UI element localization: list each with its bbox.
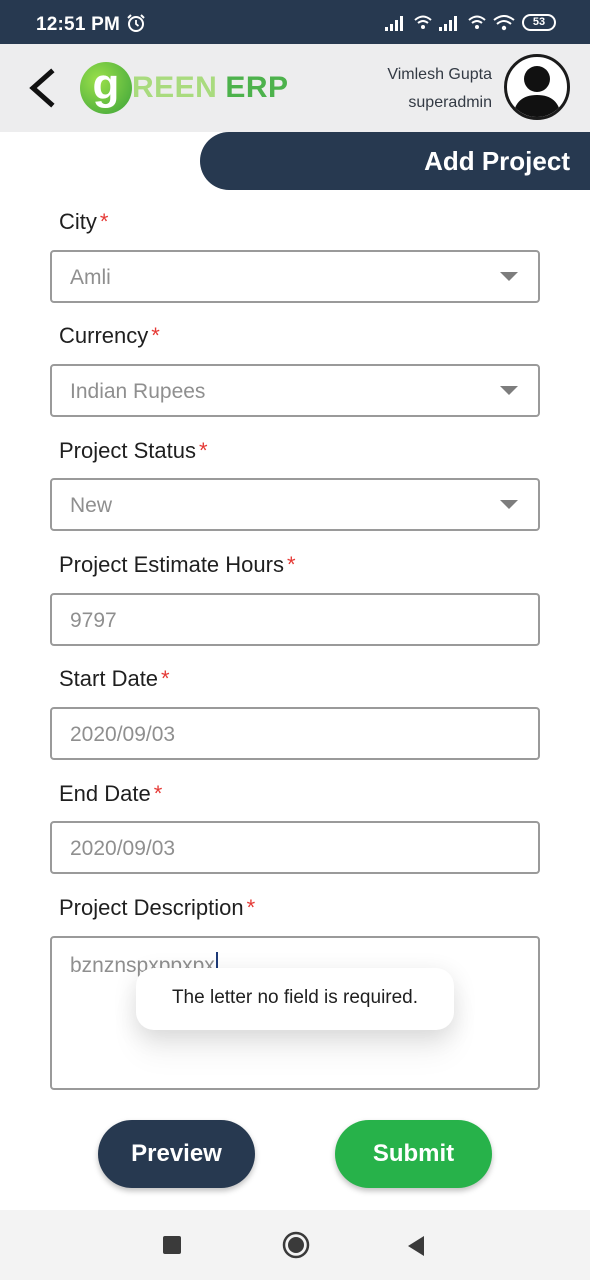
status-bar: 12:51 PM 53 <box>0 0 590 44</box>
system-nav-bar <box>0 1210 590 1280</box>
status-time: 12:51 PM <box>36 14 120 35</box>
project-description-label: Project Description * <box>59 895 256 920</box>
estimate-hours-label: Project Estimate Hours * <box>59 552 296 577</box>
currency-label: Currency * <box>59 323 160 348</box>
project-status-label: Project Status * <box>59 438 208 463</box>
user-role: superadmin <box>408 94 492 111</box>
project-status-dropdown[interactable]: New <box>50 478 540 531</box>
end-date-label: End Date * <box>59 781 163 806</box>
logo-reen-text: REEN <box>132 71 218 104</box>
signal-icon <box>439 15 457 31</box>
user-avatar[interactable] <box>504 54 570 120</box>
required-asterisk: * <box>99 209 109 234</box>
back-triangle-icon[interactable] <box>404 1234 426 1258</box>
start-date-value: 2020/09/03 <box>70 723 176 746</box>
submit-button[interactable]: Submit <box>335 1120 492 1188</box>
back-arrow-icon[interactable] <box>18 62 68 114</box>
required-asterisk: * <box>161 666 170 691</box>
currency-dropdown[interactable]: Indian Rupees <box>50 364 540 417</box>
wifi-icon <box>493 14 515 30</box>
city-value: Amli <box>70 266 111 289</box>
logo-g-badge: g <box>80 62 132 114</box>
status-icons: 53 <box>385 14 556 31</box>
green-erp-logo: g REEN ERP <box>80 61 289 115</box>
dropdown-arrow-icon <box>500 500 518 509</box>
required-asterisk: * <box>151 323 160 348</box>
estimate-hours-input[interactable]: 9797 <box>50 593 540 646</box>
toast-message: The letter no field is required. <box>136 968 454 1030</box>
signal-icon <box>385 15 403 31</box>
required-asterisk: * <box>246 895 256 920</box>
required-asterisk: * <box>153 781 163 806</box>
volte-wifi-icon <box>414 15 432 29</box>
end-date-value: 2020/09/03 <box>70 837 176 860</box>
end-date-input[interactable]: 2020/09/03 <box>50 821 540 874</box>
volte-wifi-icon <box>468 15 486 29</box>
start-date-label: Start Date * <box>59 666 170 691</box>
required-asterisk: * <box>286 552 296 577</box>
recents-icon[interactable] <box>163 1236 181 1254</box>
dropdown-arrow-icon <box>500 386 518 395</box>
dropdown-arrow-icon <box>500 272 518 281</box>
person-icon <box>513 66 561 117</box>
app-header: g REEN ERP Vimlesh Gupta superadmin <box>0 44 590 132</box>
logo-erp-text: ERP <box>225 71 289 104</box>
required-asterisk: * <box>198 438 208 463</box>
user-name: Vimlesh Gupta <box>387 66 492 83</box>
page-title-tab: Add Project <box>200 132 590 190</box>
toast-text: The letter no field is required. <box>171 987 419 1008</box>
currency-value: Indian Rupees <box>70 380 206 403</box>
start-date-input[interactable]: 2020/09/03 <box>50 707 540 760</box>
city-label: City * <box>59 209 109 234</box>
project-status-value: New <box>70 494 113 517</box>
alarm-clock-icon <box>127 14 145 32</box>
battery-icon: 53 <box>522 14 556 31</box>
city-dropdown[interactable]: Amli <box>50 250 540 303</box>
estimate-hours-value: 9797 <box>70 609 117 632</box>
page-title: Add Project <box>424 146 570 176</box>
home-icon[interactable] <box>282 1231 310 1259</box>
preview-button[interactable]: Preview <box>98 1120 255 1188</box>
